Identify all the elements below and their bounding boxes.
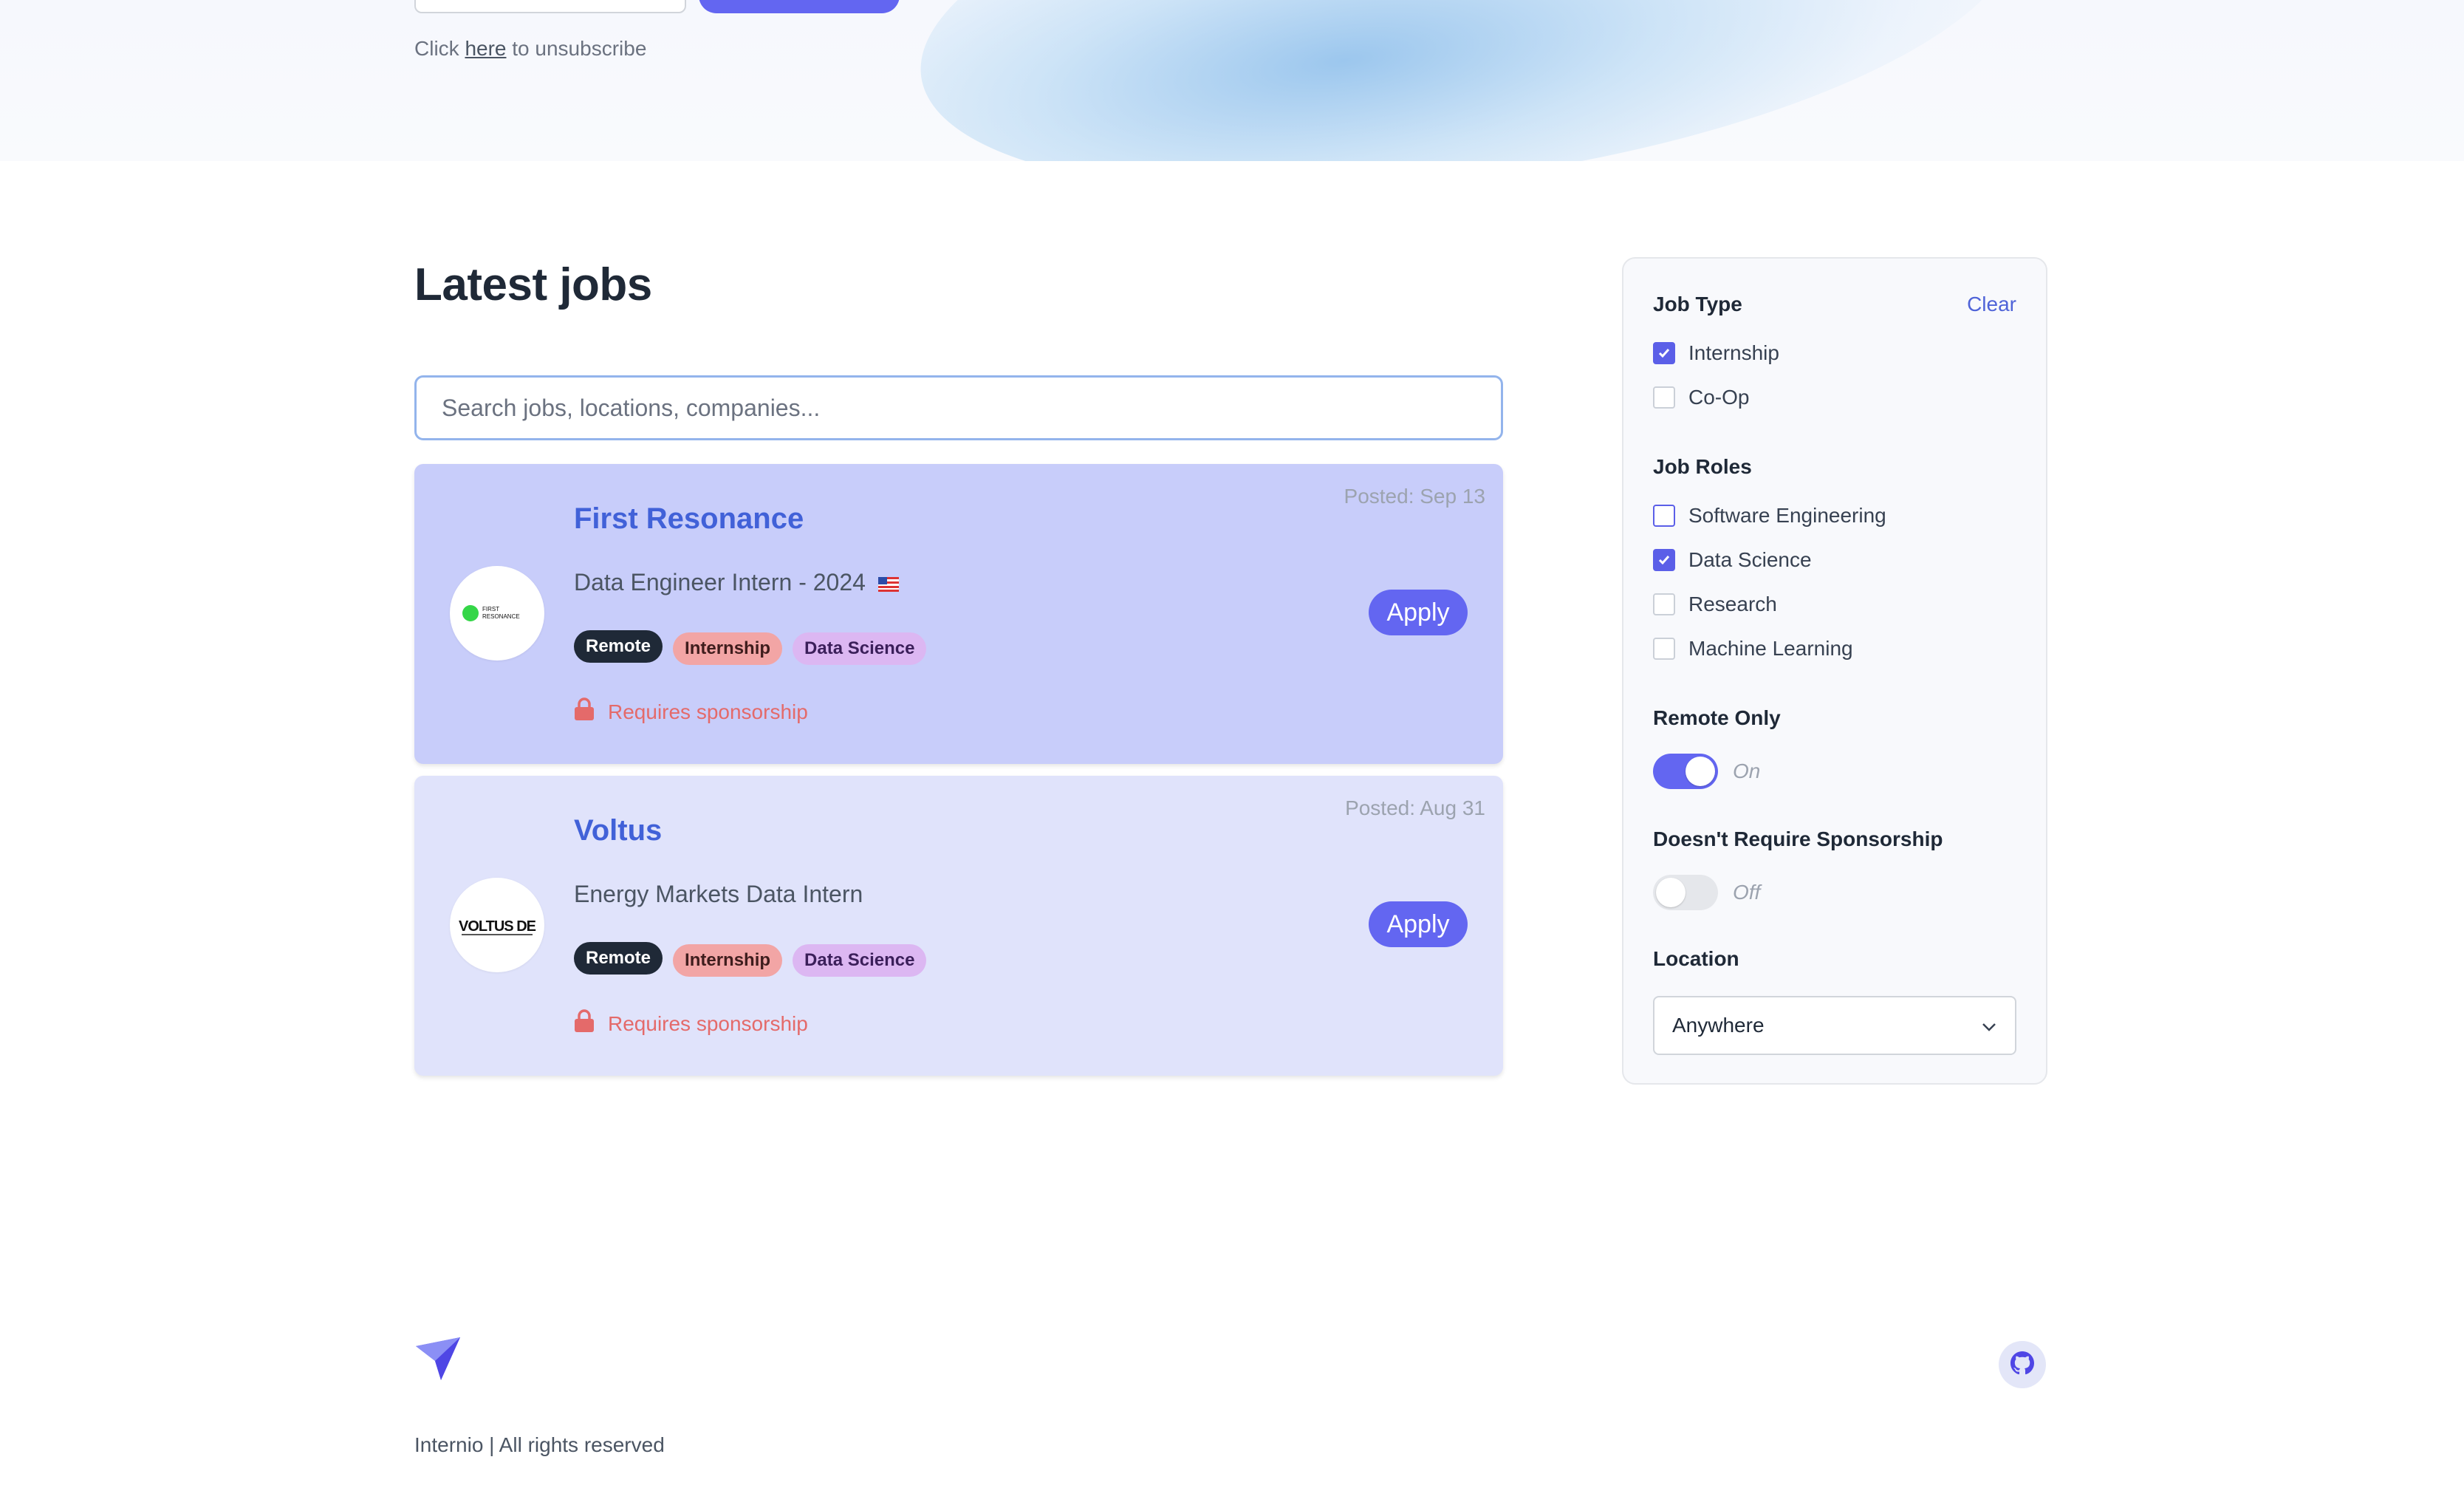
- sponsorship-text: Requires sponsorship: [608, 700, 808, 723]
- apply-button[interactable]: Apply: [1369, 901, 1468, 947]
- footer-copyright: Internio | All rights reserved: [414, 1433, 665, 1456]
- filter-option-label: Internship: [1688, 341, 1779, 364]
- filter-option-software-engineering[interactable]: Software Engineering: [1653, 504, 1886, 528]
- checkbox-unchecked[interactable]: [1653, 386, 1675, 409]
- remote-only-state: On: [1733, 760, 1761, 782]
- paper-plane-icon[interactable]: [414, 1336, 462, 1385]
- tag-data-science: Data Science: [793, 944, 927, 977]
- filter-option-label: Data Science: [1688, 548, 1812, 571]
- page-title: Latest jobs: [414, 259, 652, 310]
- filter-option-label: Research: [1688, 593, 1777, 615]
- remote-only-heading: Remote Only: [1653, 706, 1781, 729]
- company-logo: FIRST RESONANCE: [450, 566, 544, 661]
- filter-option-label: Software Engineering: [1688, 504, 1886, 527]
- chevron-down-icon: [1981, 1014, 1997, 1037]
- tag-data-science: Data Science: [793, 632, 927, 665]
- filter-panel: Job Type Clear Internship Co-Op Job Role…: [1622, 257, 2047, 1085]
- check-icon: [1658, 349, 1670, 358]
- tag-remote: Remote: [574, 630, 663, 663]
- unsubscribe-text: Click here to unsubscribe: [414, 37, 646, 61]
- unsubscribe-link[interactable]: here: [465, 37, 506, 60]
- checkbox-unchecked[interactable]: [1653, 593, 1675, 615]
- logo-text-first: FIRST: [482, 606, 499, 612]
- apply-button[interactable]: Apply: [1369, 590, 1468, 635]
- github-icon: [2010, 1351, 2034, 1379]
- company-logo: VOLTUS DE: [450, 878, 544, 972]
- filter-option-machine-learning[interactable]: Machine Learning: [1653, 637, 1853, 661]
- checkbox-checked[interactable]: [1653, 342, 1675, 364]
- checkbox-checked[interactable]: [1653, 549, 1675, 571]
- job-search-input[interactable]: [414, 375, 1503, 440]
- sponsorship-status: Requires sponsorship: [574, 697, 808, 726]
- job-tags: Remote Internship Data Science: [574, 942, 927, 977]
- clear-filters-link[interactable]: Clear: [1967, 293, 2016, 316]
- location-select[interactable]: Anywhere: [1653, 996, 2016, 1055]
- filter-option-label: Machine Learning: [1688, 637, 1853, 660]
- logo-text-voltus: VOLTUS DE: [459, 918, 536, 935]
- tag-remote: Remote: [574, 942, 663, 975]
- unsubscribe-prefix: Click: [414, 37, 459, 60]
- sponsorship-heading: Doesn't Require Sponsorship: [1653, 827, 1943, 850]
- filter-option-internship[interactable]: Internship: [1653, 341, 1779, 365]
- sponsorship-text: Requires sponsorship: [608, 1011, 808, 1035]
- hero-background: Click here to unsubscribe: [0, 0, 2464, 161]
- tag-internship: Internship: [673, 632, 783, 665]
- posted-date: Posted: Sep 13: [1344, 485, 1485, 508]
- subscribe-email-input[interactable]: [414, 0, 686, 13]
- job-title-text: Data Engineer Intern - 2024: [574, 569, 866, 595]
- sponsorship-state: Off: [1733, 881, 1761, 904]
- job-title: Energy Markets Data Intern: [574, 881, 863, 908]
- toggle-knob: [1686, 757, 1715, 786]
- posted-date: Posted: Aug 31: [1345, 796, 1485, 819]
- unsubscribe-suffix: to unsubscribe: [512, 37, 647, 60]
- lock-icon: [574, 1009, 595, 1038]
- job-card-voltus[interactable]: Posted: Aug 31 VOLTUS DE Voltus Energy M…: [414, 776, 1503, 1076]
- filter-option-co-op[interactable]: Co-Op: [1653, 386, 1749, 409]
- filter-option-label: Co-Op: [1688, 386, 1750, 409]
- sponsorship-toggle[interactable]: [1653, 875, 1718, 910]
- sponsorship-status: Requires sponsorship: [574, 1009, 808, 1038]
- filter-option-research[interactable]: Research: [1653, 593, 1777, 616]
- job-type-heading: Job Type: [1653, 293, 1742, 315]
- company-name[interactable]: Voltus: [574, 814, 662, 847]
- filter-option-data-science[interactable]: Data Science: [1653, 548, 1812, 572]
- checkbox-unchecked[interactable]: [1653, 505, 1675, 527]
- job-title: Data Engineer Intern - 2024: [574, 569, 899, 598]
- checkbox-unchecked[interactable]: [1653, 638, 1675, 660]
- company-name[interactable]: First Resonance: [574, 502, 804, 536]
- job-title-text: Energy Markets Data Intern: [574, 881, 863, 907]
- check-icon: [1658, 556, 1670, 565]
- job-card-first-resonance[interactable]: Posted: Sep 13 FIRST RESONANCE First Res…: [414, 464, 1503, 764]
- subscribe-button[interactable]: [699, 0, 900, 13]
- toggle-knob: [1656, 878, 1686, 907]
- job-roles-heading: Job Roles: [1653, 455, 1752, 478]
- job-tags: Remote Internship Data Science: [574, 630, 927, 665]
- location-heading: Location: [1653, 947, 1739, 970]
- logo-text-resonance: RESONANCE: [482, 613, 520, 620]
- hero-gradient-blob: [896, 0, 2044, 161]
- github-link[interactable]: [1999, 1341, 2046, 1388]
- us-flag-icon: [877, 570, 899, 598]
- location-selected-value: Anywhere: [1672, 1014, 1765, 1037]
- lock-icon: [574, 697, 595, 726]
- remote-only-toggle[interactable]: [1653, 754, 1718, 789]
- tag-internship: Internship: [673, 944, 783, 977]
